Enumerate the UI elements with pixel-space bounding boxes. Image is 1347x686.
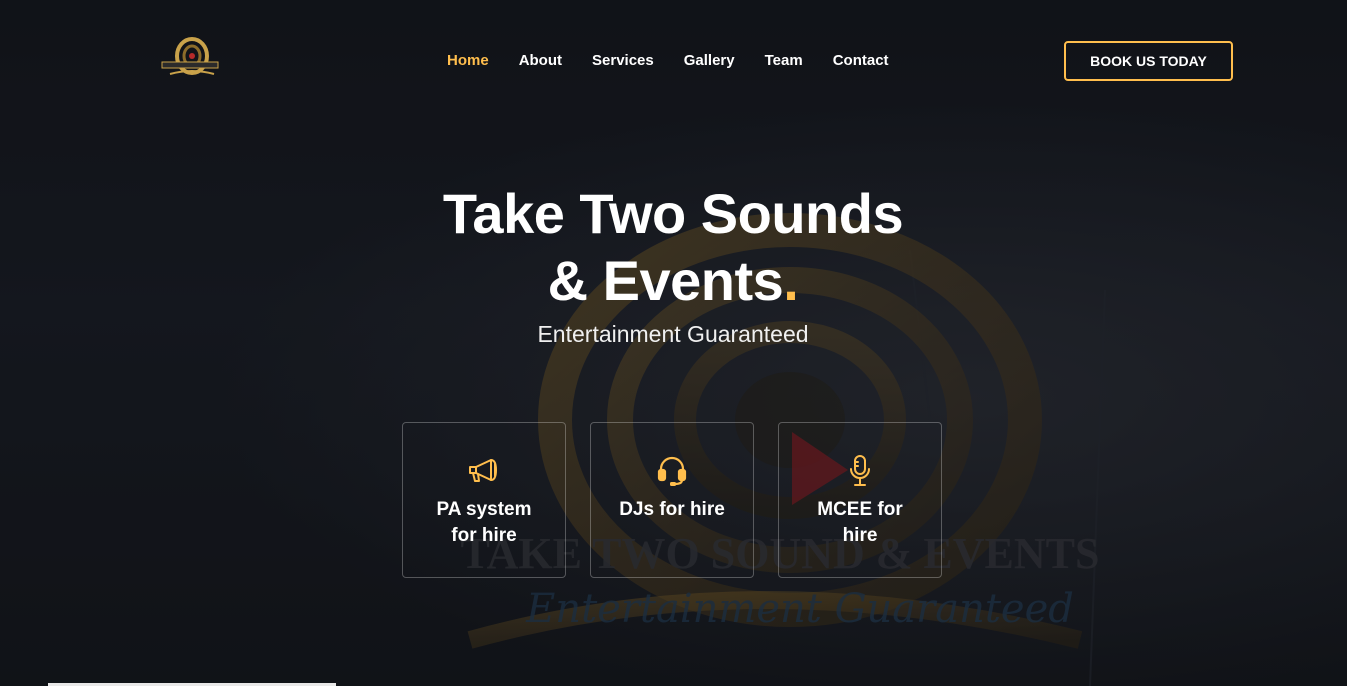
service-box-pa-system[interactable]: PA system for hire [402, 422, 566, 578]
hero-subtitle: Entertainment Guaranteed [537, 321, 809, 347]
take-two-logo-icon[interactable] [160, 34, 220, 84]
megaphone-icon [466, 453, 502, 489]
nav-link-gallery[interactable]: Gallery [669, 48, 750, 74]
hero-section: TAKE TWO SOUND & EVENTS Entertainment Gu… [0, 0, 1347, 686]
service-label-djs: DJs for hire [619, 499, 725, 520]
nav-link-team[interactable]: Team [750, 48, 818, 74]
service-box-djs[interactable]: DJs for hire [590, 422, 754, 578]
hero-title: Take Two Sounds & Events. [373, 180, 973, 314]
nav-link-services[interactable]: Services [577, 48, 669, 74]
hero-title-line2: & Events [547, 249, 784, 312]
book-us-today-button[interactable]: BOOK US TODAY [1064, 41, 1233, 81]
hero-title-dot: . [783, 249, 799, 312]
site-header: Home About Services Gallery Team Contact… [0, 0, 1347, 122]
hero-title-line1: Take Two Sounds [442, 182, 904, 245]
nav-link-about[interactable]: About [504, 48, 577, 74]
headset-icon [654, 453, 690, 489]
service-label-mcee: MCEE for hire [817, 499, 903, 546]
microphone-icon [842, 453, 878, 489]
main-nav: Home About Services Gallery Team Contact [432, 48, 904, 74]
nav-link-home[interactable]: Home [432, 48, 504, 74]
nav-link-contact[interactable]: Contact [818, 48, 904, 74]
service-label-pa-system: PA system for hire [436, 499, 532, 546]
service-boxes: PA system for hire DJs for hire MCEE for… [402, 422, 942, 578]
service-box-mcee[interactable]: MCEE for hire [778, 422, 942, 578]
